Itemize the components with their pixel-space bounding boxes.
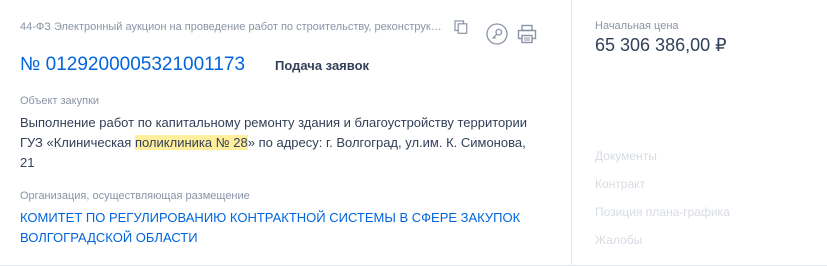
law-type-line: 44-ФЗ Электронный аукцион на проведение … <box>20 21 448 33</box>
stage-badge: Подача заявок <box>275 58 370 73</box>
price-label: Начальная цена <box>595 20 679 32</box>
copy-icon[interactable] <box>454 20 468 34</box>
registry-number-link[interactable]: № 0129200005321001173 <box>20 54 245 76</box>
search-highlight: поликлиника № 28 <box>134 135 248 150</box>
related-links: Документы Контракт Позиция плана-графика… <box>595 148 730 260</box>
object-label: Объект закупки <box>20 95 100 107</box>
printer-icon[interactable] <box>516 23 538 45</box>
organization-label: Организация, осуществляющая размещение <box>20 190 250 202</box>
purchase-card: 44-ФЗ Электронный аукцион на проведение … <box>0 0 827 266</box>
price-value: 65 306 386,00 ₽ <box>595 35 727 55</box>
documents-link[interactable]: Документы <box>595 148 730 176</box>
column-divider <box>571 0 572 265</box>
contract-link[interactable]: Контракт <box>595 176 730 204</box>
plan-position-link[interactable]: Позиция плана-графика <box>595 204 730 232</box>
organization-link[interactable]: КОМИТЕТ ПО РЕГУЛИРОВАНИЮ КОНТРАКТНОЙ СИС… <box>20 208 550 248</box>
key-icon[interactable] <box>486 23 508 45</box>
complaint-link[interactable]: Жалобы <box>595 232 730 260</box>
object-description: Выполнение работ по капитальному ремонту… <box>20 113 540 173</box>
